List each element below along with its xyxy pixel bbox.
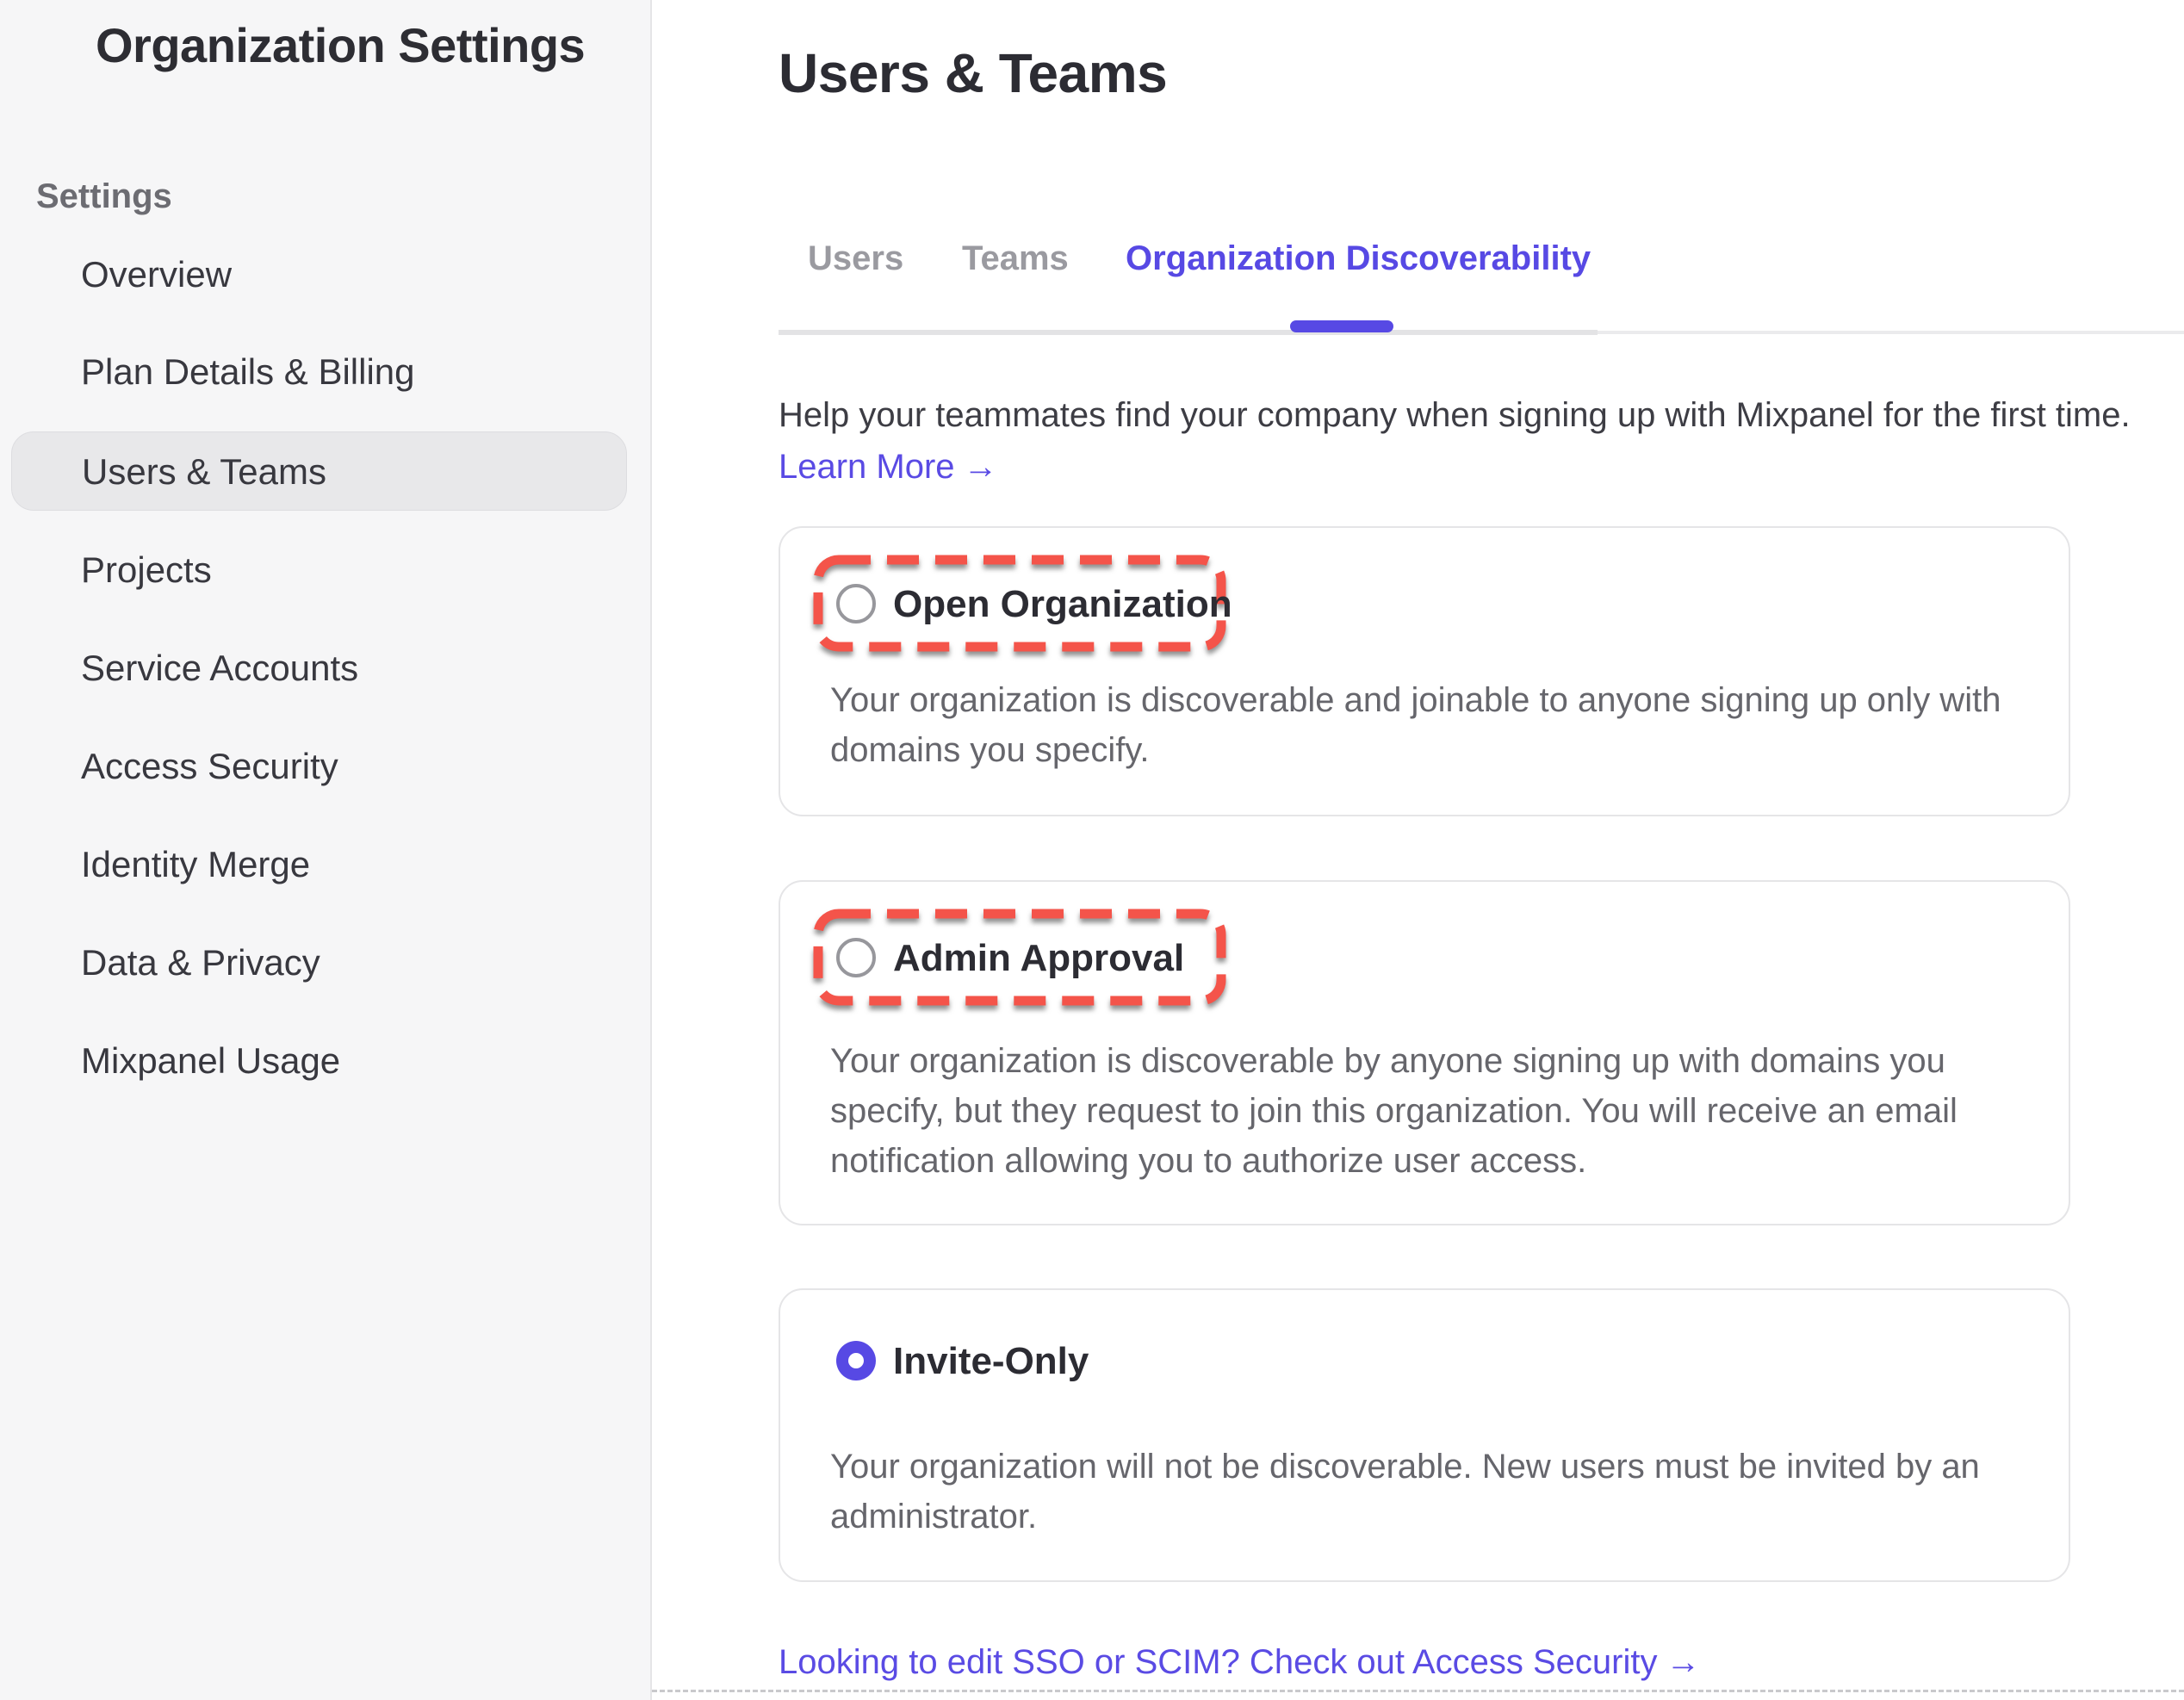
sidebar-item-users-teams[interactable]: Users & Teams [11, 431, 627, 511]
option-card-open-organization: Open Organization Your organization is d… [779, 526, 2070, 816]
sidebar-item-mixpanel-usage[interactable]: Mixpanel Usage [11, 1021, 627, 1101]
learn-more-link[interactable]: Learn More→ [779, 448, 998, 487]
access-security-link[interactable]: Looking to edit SSO or SCIM? Check out A… [779, 1643, 1700, 1682]
main-content: Users & Teams Users Teams Organization D… [654, 0, 2184, 1700]
radio-invite-only[interactable] [836, 1341, 876, 1380]
page-title: Users & Teams [779, 41, 1167, 105]
tab-teams[interactable]: Teams [962, 239, 1069, 278]
option-title-open-organization[interactable]: Open Organization [893, 584, 1232, 624]
option-title-invite-only[interactable]: Invite-Only [893, 1341, 1089, 1380]
option-description: Your organization is discoverable and jo… [830, 675, 2062, 775]
learn-more-label: Learn More [779, 448, 955, 486]
cutoff-bottom-divider [652, 1690, 2184, 1692]
sidebar-section-label: Settings [36, 177, 172, 216]
intro-text: Help your teammates find your company wh… [779, 393, 2156, 437]
right-arrow-icon: → [1666, 1643, 1700, 1681]
option-title-admin-approval[interactable]: Admin Approval [893, 938, 1184, 977]
organization-settings-page: Organization Settings Settings Overview … [0, 0, 2184, 1700]
tabbar-divider-strong [779, 330, 1598, 335]
tab-users[interactable]: Users [808, 239, 903, 278]
active-tab-indicator [1290, 320, 1393, 332]
sidebar-title: Organization Settings [96, 17, 585, 73]
option-description: Your organization will not be discoverab… [830, 1442, 2062, 1542]
right-arrow-icon: → [964, 448, 998, 486]
radio-selected-dot [848, 1353, 864, 1368]
sidebar-item-overview[interactable]: Overview [11, 235, 627, 314]
radio-open-organization[interactable] [836, 584, 876, 624]
sidebar: Organization Settings Settings Overview … [0, 0, 652, 1700]
option-description: Your organization is discoverable by any… [830, 1036, 2062, 1186]
option-card-invite-only: Invite-Only Your organization will not b… [779, 1288, 2070, 1582]
sidebar-item-plan-details-billing[interactable]: Plan Details & Billing [11, 332, 627, 412]
sidebar-item-service-accounts[interactable]: Service Accounts [11, 629, 627, 708]
sidebar-item-projects[interactable]: Projects [11, 530, 627, 610]
sidebar-item-data-privacy[interactable]: Data & Privacy [11, 923, 627, 1002]
sidebar-item-identity-merge[interactable]: Identity Merge [11, 825, 627, 904]
access-security-label: Looking to edit SSO or SCIM? Check out A… [779, 1643, 1657, 1681]
option-card-admin-approval: Admin Approval Your organization is disc… [779, 880, 2070, 1225]
radio-admin-approval[interactable] [836, 938, 876, 977]
sidebar-item-access-security[interactable]: Access Security [11, 727, 627, 806]
tab-organization-discoverability[interactable]: Organization Discoverability [1126, 239, 1591, 278]
